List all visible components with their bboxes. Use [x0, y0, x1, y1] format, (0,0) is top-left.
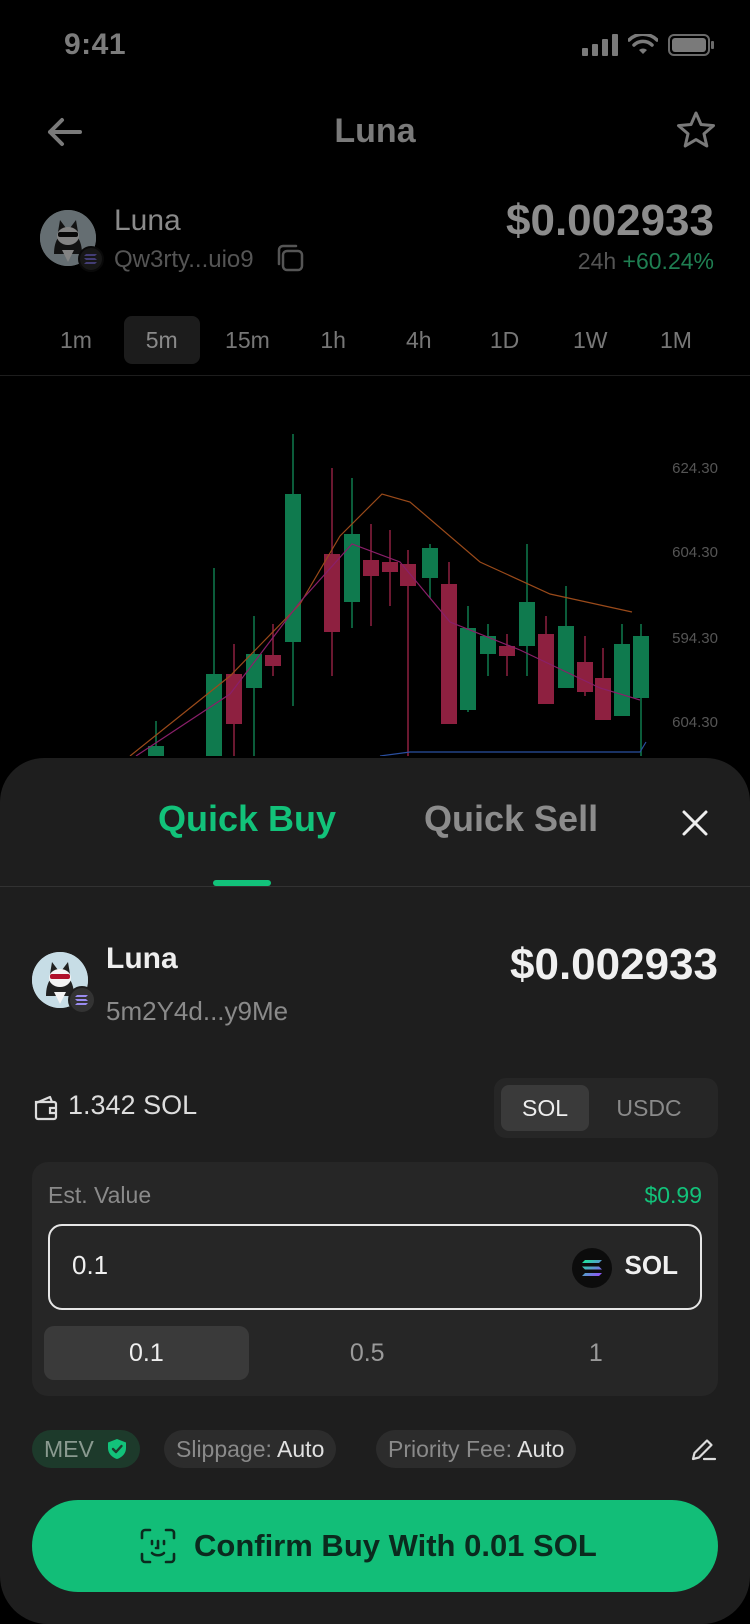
trade-tabs: Quick Buy Quick Sell [0, 758, 750, 886]
amount-presets: 0.1 0.5 1 [44, 1326, 706, 1380]
status-bar: 9:41 [0, 0, 750, 92]
slippage-label: Slippage: [176, 1436, 272, 1462]
amount-card: Est. Value $0.99 0.1 SOL 0.1 0.5 1 [32, 1162, 718, 1396]
timeframe-1d[interactable]: 1D [467, 316, 543, 364]
wallet-balance: 1.342 SOL [68, 1090, 198, 1120]
candle-body [285, 494, 301, 642]
candlestick-chart [129, 434, 649, 757]
quick-trade-sheet: Quick Buy Quick Sell Luna 5m2Y4d...y9Me … [0, 758, 750, 1624]
priority-fee-chip[interactable]: Priority Fee: Auto [376, 1430, 577, 1468]
mev-label: MEV [44, 1436, 94, 1462]
shield-check-icon [108, 1439, 126, 1459]
balance-row: 1.342 SOL SOL USDC [32, 1078, 718, 1138]
moving-average-line [379, 741, 647, 757]
candle-body [382, 562, 398, 572]
preset-0-1[interactable]: 0.1 [44, 1326, 249, 1380]
timeframe-1mo[interactable]: 1M [638, 316, 714, 364]
price-chart[interactable]: 624.30 604.30 594.30 604.30 [0, 376, 750, 757]
preset-1[interactable]: 1 [486, 1326, 706, 1380]
solana-icon [572, 1248, 612, 1288]
timeframe-4h[interactable]: 4h [381, 316, 457, 364]
battery-icon [668, 34, 714, 56]
slippage-chip[interactable]: Slippage: Auto [164, 1430, 337, 1468]
candle-body [633, 636, 649, 698]
candle-body [614, 644, 630, 716]
solana-badge-icon [78, 246, 104, 272]
timeframe-5m[interactable]: 5m [123, 316, 200, 364]
priority-fee-label: Priority Fee: [388, 1436, 512, 1462]
est-value-label: Est. Value [48, 1182, 152, 1208]
confirm-buy-button[interactable]: Confirm Buy With 0.01 SOL [32, 1500, 718, 1592]
solana-badge-icon [68, 986, 96, 1014]
y-axis-label: 624.30 [672, 460, 718, 477]
moving-average-line [129, 493, 633, 757]
candle-body [595, 678, 611, 720]
status-icons [582, 34, 714, 56]
timeframe-1m[interactable]: 1m [38, 316, 114, 364]
priority-fee-value: Auto [517, 1436, 565, 1462]
candle-body [577, 662, 593, 692]
screen: 9:41 Luna Luna Qw3rty...uio9 $0.002933 2… [0, 0, 750, 1624]
star-icon[interactable] [676, 110, 716, 150]
trade-options: MEV Slippage: Auto Priority Fee: Auto [32, 1430, 718, 1468]
currency-usdc[interactable]: USDC [589, 1085, 709, 1131]
close-icon[interactable] [680, 808, 710, 838]
token-address: Qw3rty...uio9 [114, 246, 254, 273]
preset-0-5[interactable]: 0.5 [265, 1326, 470, 1380]
page-title: Luna [334, 112, 416, 150]
wifi-icon [628, 34, 658, 54]
tab-quick-buy[interactable]: Quick Buy [158, 798, 336, 840]
timeframe-tabs: 1m 5m 15m 1h 4h 1D 1W 1M [38, 316, 714, 364]
y-axis-label: 604.30 [672, 544, 718, 561]
candle-body [460, 628, 476, 710]
candle-body [519, 602, 535, 646]
est-value: $0.99 [644, 1182, 702, 1208]
divider [0, 886, 750, 887]
price-change: 24h +60.24% [578, 248, 714, 275]
timeframe-15m[interactable]: 15m [209, 316, 285, 364]
candle-body [422, 548, 438, 578]
candle-body [480, 636, 496, 654]
currency-sol[interactable]: SOL [501, 1085, 589, 1131]
tab-quick-sell[interactable]: Quick Sell [424, 798, 598, 840]
mev-protection-chip[interactable]: MEV [32, 1430, 140, 1468]
token-avatar [32, 952, 96, 1014]
candle-body [558, 626, 574, 688]
y-axis-label: 594.30 [672, 630, 718, 647]
wallet-icon [34, 1095, 58, 1121]
candle-body [148, 746, 164, 756]
candle-body [206, 674, 222, 756]
token-name: Luna [114, 204, 181, 237]
sheet-token-address: 5m2Y4d...y9Me [106, 996, 289, 1026]
edit-pencil-icon[interactable] [688, 1434, 718, 1464]
change-period: 24h [577, 248, 617, 274]
signal-icon [582, 34, 618, 56]
amount-value: 0.1 [72, 1250, 109, 1280]
amount-input[interactable]: 0.1 SOL [48, 1224, 702, 1310]
timeframe-1h[interactable]: 1h [295, 316, 371, 364]
candle-body [400, 564, 416, 586]
slippage-value: Auto [277, 1436, 325, 1462]
change-percent: +60.24% [622, 248, 714, 274]
top-nav: Luna [0, 100, 750, 164]
confirm-buy-label: Confirm Buy With 0.01 SOL [194, 1528, 597, 1563]
candle-body [538, 634, 554, 704]
y-axis-label: 604.30 [672, 714, 718, 731]
face-id-icon [140, 1528, 176, 1564]
candle-body [363, 560, 379, 576]
copy-icon[interactable] [274, 242, 306, 274]
timeframe-1w[interactable]: 1W [552, 316, 628, 364]
token-price: $0.002933 [506, 196, 714, 245]
candle-body [265, 655, 281, 666]
candle-body [441, 584, 457, 724]
currency-toggle: SOL USDC [494, 1078, 718, 1138]
candle-body [246, 654, 262, 688]
token-header: Luna Qw3rty...uio9 $0.002933 24h +60.24% [38, 196, 714, 290]
status-time: 9:41 [64, 28, 127, 61]
token-avatar [40, 210, 104, 272]
sheet-token-info: Luna 5m2Y4d...y9Me $0.002933 [32, 938, 718, 1048]
amount-currency: SOL [624, 1250, 678, 1280]
sheet-token-name: Luna [106, 942, 178, 975]
sheet-token-price: $0.002933 [510, 940, 718, 989]
